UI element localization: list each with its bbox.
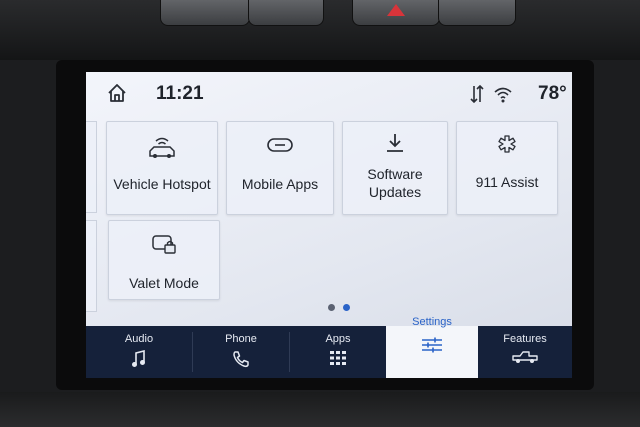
tile-911-assist[interactable]: 911 Assist [456,121,558,215]
tile-mobile-apps[interactable]: Mobile Apps [226,121,334,215]
nav-label: Settings [412,316,452,328]
nav-label: Features [503,333,547,345]
tile-software-updates[interactable]: Software Updates [342,121,448,215]
car-wifi-icon [149,137,175,158]
valet-lock-icon [152,235,176,254]
hardware-button-2[interactable] [248,0,324,26]
tile-label-line-2: Updates [368,184,422,200]
tile-label: Valet Mode [129,275,199,291]
tile-label: 911 Assist [475,174,539,190]
tile-label: Mobile Apps [241,176,319,192]
touchscreen: 11:21 78° Vehicle Hotspot Mobile Apps So… [86,72,572,378]
partial-tile-previous-page [86,121,97,213]
dashboard-trim-bottom [0,392,640,427]
nav-audio[interactable]: Audio [86,326,192,378]
home-icon[interactable] [106,82,128,104]
link-icon [267,138,293,152]
nav-label: Phone [225,333,257,345]
nav-label: Audio [124,333,154,345]
tile-vehicle-hotspot[interactable]: Vehicle Hotspot [106,121,218,215]
traction-off-button[interactable] [438,0,516,26]
clock: 11:21 [156,83,204,104]
nav-settings[interactable]: Settings [386,316,478,378]
hardware-button-1[interactable] [160,0,250,26]
phone-icon [233,351,249,368]
truck-icon [512,351,538,363]
apps-grid-icon [330,351,346,365]
download-icon [387,134,403,152]
page-indicator-dot-1[interactable] [328,304,335,311]
nav-features[interactable]: Features [478,326,572,378]
tile-valet-mode[interactable]: Valet Mode [108,220,220,300]
status-bar: 11:21 78° [86,72,572,116]
bottom-nav-bar: Audio Phone Apps Settings Features [86,316,572,378]
page-indicator-dot-2-active[interactable] [343,304,350,311]
nav-apps[interactable]: Apps [290,326,386,378]
hazard-icon [387,4,405,16]
outside-temperature: 78° [538,83,567,104]
sliders-icon [422,337,442,353]
nav-label: Apps [325,333,351,345]
asterisk-medical-icon [498,135,516,153]
data-sync-icon [470,84,484,104]
wifi-icon [494,87,512,103]
tile-label: Vehicle Hotspot [113,176,211,192]
partial-tile-previous-page [86,220,97,312]
music-note-icon [132,350,145,367]
tile-label-line-1: Software [367,166,423,182]
hazard-button[interactable] [352,0,440,26]
nav-phone[interactable]: Phone [193,326,289,378]
